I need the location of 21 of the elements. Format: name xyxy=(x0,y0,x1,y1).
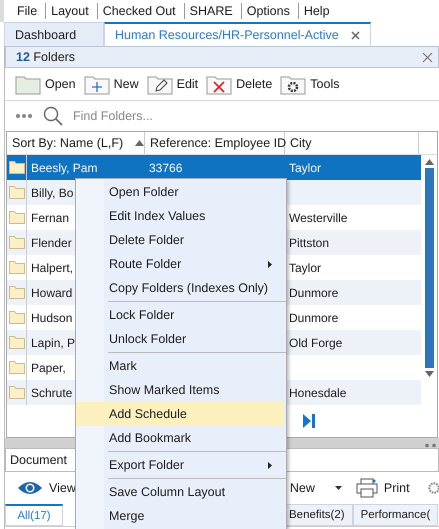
table-cell: Dunmore xyxy=(289,310,338,324)
table-cell: Howard xyxy=(31,286,72,300)
folder-count: 12 Folders xyxy=(16,50,76,64)
panel-title: Document xyxy=(10,453,67,467)
table-cell: Old Forge xyxy=(289,336,342,350)
table-cell: Beesly, Pam xyxy=(31,160,98,174)
table-cell: Taylor xyxy=(289,260,322,274)
table-cell: Schrute xyxy=(31,386,72,400)
table-cell: 33766 xyxy=(149,160,182,174)
table-cell: Hudson xyxy=(31,310,72,324)
table-cell: Taylor xyxy=(289,160,322,174)
table-cell: Flender xyxy=(31,236,72,250)
table-cell: Fernan xyxy=(31,210,70,224)
table-cell: Halpert, xyxy=(31,260,74,274)
table-cell: Billy, Bo xyxy=(31,186,74,200)
table-cell: Lapin, P xyxy=(31,336,76,350)
table-cell: Honesdale xyxy=(289,386,346,400)
table-cell: Dunmore xyxy=(289,286,338,300)
table-cell: Pittston xyxy=(289,236,330,250)
table-cell: Westerville xyxy=(289,210,348,224)
table-cell: Paper, xyxy=(31,360,66,374)
